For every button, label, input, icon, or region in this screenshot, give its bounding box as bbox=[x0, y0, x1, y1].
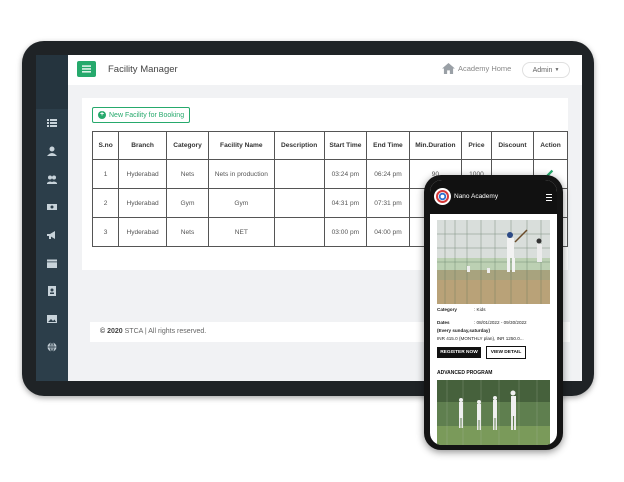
sidebar-item-money[interactable] bbox=[36, 193, 68, 221]
cricket-nets-photo bbox=[437, 220, 550, 304]
sidebar-item-image[interactable] bbox=[36, 305, 68, 333]
table-cell: 04:00 pm bbox=[366, 217, 410, 247]
list-icon bbox=[47, 119, 57, 127]
column-header: Description bbox=[273, 131, 325, 160]
column-header: Price bbox=[460, 131, 492, 160]
page-title: Facility Manager bbox=[108, 64, 178, 75]
sidebar-item-globe[interactable] bbox=[36, 333, 68, 361]
column-header: Min.Duration bbox=[408, 131, 462, 160]
phone-header: Nano Academy bbox=[430, 180, 557, 214]
column-header: Discount bbox=[490, 131, 534, 160]
home-icon bbox=[442, 63, 455, 74]
id-card-icon bbox=[48, 286, 56, 296]
view-detail-button[interactable]: VIEW DETAIL bbox=[486, 346, 526, 359]
footer-text: STCA | All rights reserved. bbox=[124, 328, 207, 335]
price-text: INR 415.0 (MONTHLY plan), INR 1250.0... bbox=[437, 336, 524, 341]
table-cell: Hyderabad bbox=[118, 188, 167, 218]
new-facility-label: New Facility for Booking bbox=[109, 111, 185, 119]
new-facility-button[interactable]: + New Facility for Booking bbox=[92, 107, 191, 123]
money-icon bbox=[47, 204, 57, 210]
column-header: S.no bbox=[91, 131, 120, 160]
table-cell bbox=[273, 217, 325, 247]
caret-down-icon: ▼ bbox=[554, 67, 560, 73]
table-cell: Gym bbox=[165, 188, 210, 218]
sidebar-item-list[interactable] bbox=[36, 109, 68, 137]
column-header: Branch bbox=[118, 131, 167, 160]
sidebar-item-calendar[interactable] bbox=[36, 249, 68, 277]
dates-value: : 08/01/2022 - 09/30/2022 bbox=[474, 320, 527, 325]
sidebar-item-megaphone[interactable] bbox=[36, 221, 68, 249]
table-cell: 03:24 pm bbox=[323, 159, 368, 189]
column-header: Action bbox=[532, 131, 569, 160]
section-title: ADVANCED PROGRAM bbox=[437, 370, 493, 376]
column-header: End Time bbox=[366, 131, 410, 160]
column-header: Start Time bbox=[323, 131, 368, 160]
table-cell: 2 bbox=[91, 188, 120, 218]
topbar: Facility Manager Academy Home Admin ▼ bbox=[68, 55, 582, 86]
plus-circle-icon: + bbox=[98, 111, 106, 119]
phone-frame: Nano Academy Category: Kids Dates: 08/… bbox=[424, 175, 563, 450]
academy-home-link[interactable]: Academy Home bbox=[442, 63, 511, 74]
dates-label: Dates bbox=[437, 320, 450, 325]
table-cell: 06:24 pm bbox=[366, 159, 410, 189]
schedule-text: (Every sunday,saturday) bbox=[437, 328, 491, 333]
admin-dropdown[interactable]: Admin ▼ bbox=[522, 62, 570, 78]
phone-app-name: Nano Academy bbox=[454, 193, 499, 200]
table-cell: Gym bbox=[208, 188, 275, 218]
register-now-button[interactable]: REGISTER NOW bbox=[437, 347, 481, 358]
category-value: : Kids bbox=[474, 307, 486, 312]
table-cell: NET bbox=[208, 217, 275, 247]
menu-toggle-button[interactable] bbox=[77, 61, 96, 77]
column-header: Category bbox=[165, 131, 210, 160]
sidebar-header bbox=[36, 55, 68, 109]
table-cell: Nets in production bbox=[208, 159, 275, 189]
table-cell: Hyderabad bbox=[118, 159, 167, 189]
phone-screen: Nano Academy Category: Kids Dates: 08/… bbox=[430, 180, 557, 445]
academy-logo bbox=[434, 188, 451, 205]
academy-home-label: Academy Home bbox=[458, 64, 512, 73]
megaphone-icon bbox=[47, 231, 55, 239]
training-session-photo bbox=[437, 380, 550, 445]
table-cell: Nets bbox=[165, 217, 210, 247]
table-cell: Nets bbox=[165, 159, 210, 189]
category-label: Category bbox=[437, 307, 457, 312]
image-icon bbox=[47, 315, 57, 323]
calendar-icon bbox=[47, 259, 57, 268]
table-cell: Hyderabad bbox=[118, 217, 167, 247]
footer-year: © 2020 bbox=[100, 328, 123, 335]
column-header: Facility Name bbox=[208, 131, 275, 160]
dates-row: Dates : 08/01/2022 - 09/30/2022 bbox=[437, 320, 527, 325]
table-cell: 1 bbox=[91, 159, 120, 189]
users-icon bbox=[47, 175, 57, 184]
sidebar-item-user[interactable] bbox=[36, 137, 68, 165]
user-icon bbox=[47, 146, 57, 156]
sidebar bbox=[36, 55, 68, 381]
globe-icon bbox=[47, 342, 57, 352]
hamburger-icon bbox=[82, 65, 91, 73]
table-cell bbox=[273, 188, 325, 218]
category-row: Category : Kids bbox=[437, 307, 486, 312]
phone-menu-icon[interactable] bbox=[546, 194, 552, 201]
table-cell: 07:31 pm bbox=[366, 188, 410, 218]
admin-label: Admin bbox=[532, 66, 553, 74]
table-cell: 04:31 pm bbox=[323, 188, 368, 218]
sidebar-item-id-card[interactable] bbox=[36, 277, 68, 305]
sidebar-item-users[interactable] bbox=[36, 165, 68, 193]
table-cell bbox=[273, 159, 325, 189]
table-cell: 03:00 pm bbox=[323, 217, 368, 247]
table-cell: 3 bbox=[91, 217, 120, 247]
table-header-row: S.no Branch Category Facility Name Descripti… bbox=[91, 131, 569, 160]
